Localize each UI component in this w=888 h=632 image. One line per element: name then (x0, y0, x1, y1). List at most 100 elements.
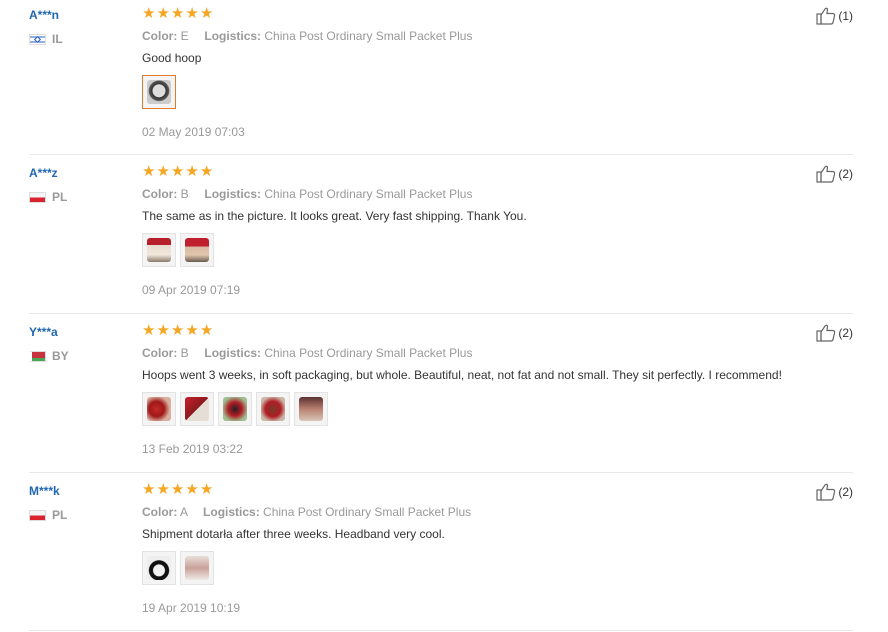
country-code: BY (52, 349, 69, 363)
helpful-count: (1) (838, 9, 853, 23)
logistics-value: China Post Ordinary Small Packet Plus (264, 346, 473, 360)
star-icon: ★ (185, 481, 199, 498)
reviewer-name[interactable]: Y***a (29, 325, 129, 339)
color-value: A (180, 505, 188, 519)
star-icon: ★ (170, 163, 185, 180)
review-photo-thumbnail[interactable] (180, 392, 214, 426)
helpful-count: (2) (838, 167, 853, 181)
review-content: ★ ★ ★ ★ ★ Color: B Logistics: China Post Ord… (142, 322, 782, 456)
logistics-value: China Post Ordinary Small Packet Plus (264, 187, 473, 201)
reviewer-country: IL (29, 32, 129, 46)
country-flag-icon (29, 191, 46, 203)
star-icon: ★ (142, 481, 156, 498)
review-text: Hoops went 3 weeks, in soft packaging, b… (142, 368, 782, 382)
review-photos (142, 551, 782, 585)
color-value: B (180, 346, 189, 360)
logistics-label: Logistics: (204, 29, 262, 43)
star-icon: ★ (142, 163, 156, 180)
thumbs-up-icon (816, 165, 836, 183)
review-photo-thumbnail[interactable] (180, 551, 214, 585)
review-item: A***z PL ★ ★ ★ ★ ★ Color: B Logistics: China… (29, 158, 853, 314)
star-rating: ★ ★ ★ ★ ★ (142, 481, 782, 498)
color-label: Color: (142, 187, 178, 201)
star-icon: ★ (170, 5, 185, 22)
star-icon: ★ (199, 481, 214, 498)
star-rating: ★ ★ ★ ★ ★ (142, 163, 782, 180)
star-icon: ★ (156, 5, 170, 22)
star-rating: ★ ★ ★ ★ ★ (142, 5, 782, 22)
thumbs-up-icon (816, 7, 836, 25)
country-code: PL (52, 508, 68, 522)
star-icon: ★ (199, 5, 214, 22)
review-item: M***k PL ★ ★ ★ ★ ★ Color: A Logistics: China… (29, 476, 853, 631)
reviewer-name[interactable]: M***k (29, 484, 129, 498)
logistics-value: China Post Ordinary Small Packet Plus (263, 505, 472, 519)
logistics-label: Logistics: (204, 346, 262, 360)
country-flag-icon (29, 33, 46, 45)
color-label: Color: (142, 29, 178, 43)
color-value: E (180, 29, 189, 43)
reviewer-country: BY (29, 349, 129, 363)
review-content: ★ ★ ★ ★ ★ Color: A Logistics: China Post Ord… (142, 481, 782, 615)
country-flag-icon (29, 350, 46, 362)
star-icon: ★ (185, 322, 199, 339)
country-flag-icon (29, 509, 46, 521)
review-text: Shipment dotarła after three weeks. Head… (142, 527, 445, 541)
thumbs-up-icon (816, 324, 836, 342)
star-rating: ★ ★ ★ ★ ★ (142, 322, 782, 339)
review-attributes: Color: B Logistics: China Post Ordinary … (142, 346, 782, 360)
review-photo-thumbnail[interactable] (142, 233, 176, 267)
review-text: The same as in the picture. It looks gre… (142, 209, 527, 223)
review-date: 02 May 2019 07:03 (142, 125, 245, 139)
review-photos (142, 233, 782, 267)
review-text: Good hoop (142, 51, 202, 65)
star-icon: ★ (156, 322, 170, 339)
color-label: Color: (142, 346, 178, 360)
review-photos (142, 75, 782, 109)
thumbs-up-icon (816, 483, 836, 501)
review-photo-thumbnail[interactable] (142, 551, 176, 585)
reviewer-info: M***k PL (29, 484, 129, 522)
review-photo-thumbnail[interactable] (256, 392, 290, 426)
star-icon: ★ (170, 322, 185, 339)
review-attributes: Color: A Logistics: China Post Ordinary … (142, 505, 782, 519)
review-photo-thumbnail[interactable] (294, 392, 328, 426)
helpful-button[interactable]: (1) (816, 7, 853, 25)
star-icon: ★ (185, 163, 199, 180)
reviewer-info: Y***a BY (29, 325, 129, 363)
star-icon: ★ (170, 481, 185, 498)
star-icon: ★ (156, 163, 170, 180)
review-item: Y***a BY ★ ★ ★ ★ ★ Color: B Logistics: China… (29, 317, 853, 473)
review-photo-thumbnail[interactable] (218, 392, 252, 426)
helpful-button[interactable]: (2) (816, 324, 853, 342)
country-code: IL (52, 32, 63, 46)
star-icon: ★ (156, 481, 170, 498)
logistics-label: Logistics: (204, 187, 262, 201)
review-photos (142, 392, 782, 426)
helpful-button[interactable]: (2) (816, 165, 853, 183)
reviewer-name[interactable]: A***z (29, 166, 129, 180)
review-photo-thumbnail[interactable] (142, 392, 176, 426)
reviewer-info: A***n IL (29, 8, 129, 46)
country-code: PL (52, 190, 68, 204)
star-icon: ★ (142, 5, 156, 22)
review-attributes: Color: B Logistics: China Post Ordinary … (142, 187, 782, 201)
helpful-count: (2) (838, 326, 853, 340)
review-photo-thumbnail[interactable] (142, 75, 176, 109)
color-label: Color: (142, 505, 178, 519)
review-date: 19 Apr 2019 10:19 (142, 601, 241, 615)
reviewer-name[interactable]: A***n (29, 8, 129, 22)
star-icon: ★ (199, 163, 214, 180)
star-icon: ★ (199, 322, 214, 339)
helpful-button[interactable]: (2) (816, 483, 853, 501)
star-icon: ★ (142, 322, 156, 339)
reviewer-country: PL (29, 190, 129, 204)
reviewer-country: PL (29, 508, 129, 522)
star-icon: ★ (185, 5, 199, 22)
review-list: A***n IL ★ ★ ★ ★ ★ Color: E Logistics: China… (0, 0, 888, 632)
reviewer-info: A***z PL (29, 166, 129, 204)
review-content: ★ ★ ★ ★ ★ Color: B Logistics: China Post Ord… (142, 163, 782, 297)
review-item: A***n IL ★ ★ ★ ★ ★ Color: E Logistics: China… (29, 0, 853, 155)
color-value: B (180, 187, 189, 201)
review-photo-thumbnail[interactable] (180, 233, 214, 267)
